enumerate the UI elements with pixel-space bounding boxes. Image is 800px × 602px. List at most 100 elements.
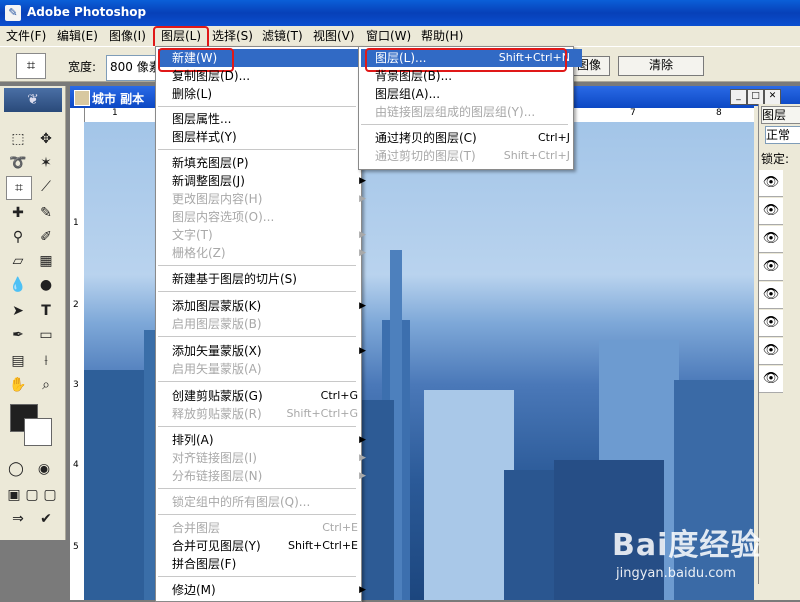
layer-visibility-eye-icon[interactable]: 👁	[759, 254, 783, 281]
minimize-icon[interactable]: _	[730, 89, 747, 105]
menu-separator	[361, 124, 568, 125]
layer-visibility-eye-icon[interactable]: 👁	[759, 366, 783, 393]
ruler-vertical: 1 2 3 4 5	[70, 108, 85, 600]
menu-item-merge-visible[interactable]: 合并可见图层(Y) Shift+Ctrl+E	[158, 537, 370, 555]
slice-tool-icon[interactable]: ⟋	[34, 176, 58, 198]
menu-separator	[158, 514, 356, 515]
clear-button[interactable]: 清除	[618, 56, 704, 76]
notes-tool-icon[interactable]: ▤	[6, 350, 30, 372]
layer-visibility-eye-icon[interactable]: 👁	[759, 198, 783, 225]
layer-visibility-eye-icon[interactable]: 👁	[759, 338, 783, 365]
submenu-arrow-icon: ▶	[359, 301, 366, 311]
hand-tool-icon[interactable]: ✋	[6, 374, 30, 396]
gradient-tool-icon[interactable]: ▦	[34, 250, 58, 272]
building-shape	[424, 390, 514, 600]
menu-item-layer-style[interactable]: 图层样式(Y)▶	[158, 128, 370, 146]
menu-item-new-layer-based-slice[interactable]: 新建基于图层的切片(S)	[158, 270, 370, 288]
lasso-tool-icon[interactable]: ➰	[6, 152, 30, 174]
menu-file[interactable]: 文件(F)	[4, 28, 48, 44]
clone-stamp-tool-icon[interactable]: ⚲	[6, 226, 30, 248]
menu-item-new-fill-layer[interactable]: 新填充图层(P)▶	[158, 154, 370, 172]
layer-visibility-eye-icon[interactable]: 👁	[759, 310, 783, 337]
menu-select[interactable]: 选择(S)	[210, 28, 255, 44]
menu-item-flatten-image[interactable]: 拼合图层(F)	[158, 555, 370, 573]
submenu-arrow-icon: ▶	[359, 230, 366, 240]
background-color-swatch[interactable]	[24, 418, 52, 446]
menu-separator	[158, 291, 356, 292]
standard-mode-icon[interactable]: ◯	[4, 458, 28, 480]
crop-tool-icon[interactable]: ⌗	[6, 176, 32, 200]
submenu-item-background-layer[interactable]: 背景图层(B)...	[361, 67, 582, 85]
brush-tool-icon[interactable]: ✎	[34, 202, 58, 224]
maximize-icon[interactable]: □	[747, 89, 764, 105]
type-tool-icon[interactable]: T	[34, 300, 58, 322]
menu-edit[interactable]: 编辑(E)	[55, 28, 100, 44]
eyedropper-tool-icon[interactable]: ⟊	[34, 350, 58, 372]
width-label: 宽度:	[68, 60, 97, 74]
layer-menu-dropdown: 新建(W)▶ 复制图层(D)... 删除(L)▶ 图层属性... 图层样式(Y)…	[155, 46, 370, 602]
layer-visibility-eye-icon[interactable]: 👁	[759, 226, 783, 253]
feather-logo-icon: ❦	[4, 88, 62, 112]
close-icon[interactable]: ✕	[764, 89, 781, 105]
toolbox: ❦ ⬚ ✥ ➰ ✶ ⌗ ⟋ ✚ ✎ ⚲ ✐ ▱ ▦ 💧 ● ➤ T ✒ ▭ ▤ …	[0, 86, 66, 540]
dodge-tool-icon[interactable]: ●	[34, 274, 58, 296]
screen-mode-full-icon[interactable]: ▢	[38, 484, 62, 506]
menu-item-layer-properties[interactable]: 图层属性...	[158, 110, 370, 128]
healing-brush-tool-icon[interactable]: ✚	[6, 202, 30, 224]
menu-item-add-vector-mask[interactable]: 添加矢量蒙版(X) ▶	[158, 342, 370, 360]
menu-item-new-adjustment-layer[interactable]: 新调整图层(J) ▶	[158, 172, 370, 190]
jump-to-imageready-icon[interactable]: ⇒	[6, 508, 30, 530]
menu-item-duplicate-layer[interactable]: 复制图层(D)...	[158, 67, 370, 85]
submenu-arrow-icon: ▶	[359, 248, 366, 258]
submenu-arrow-icon: ▶	[359, 176, 366, 186]
blend-mode-select[interactable]: 正常	[765, 126, 800, 144]
menu-item-matting[interactable]: 修边(M) ▶	[158, 581, 370, 599]
layers-tab[interactable]: 图层	[761, 106, 800, 124]
shape-tool-icon[interactable]: ▭	[34, 324, 58, 346]
zoom-tool-icon[interactable]: ⌕	[34, 374, 58, 396]
menu-window[interactable]: 窗口(W)	[364, 28, 413, 44]
baidu-logo-text: Bai度经验	[612, 528, 762, 563]
submenu-arrow-icon: ▶	[359, 471, 366, 481]
submenu-item-layer-group[interactable]: 图层组(A)...	[361, 85, 582, 103]
menu-item-enable-vector-mask: 启用矢量蒙版(A)	[172, 362, 262, 376]
watermark-url: jingyan.baidu.com	[616, 566, 736, 581]
menu-filter[interactable]: 滤镜(T)	[260, 28, 305, 44]
pen-tool-icon[interactable]: ✒	[6, 324, 30, 346]
menu-item-distribute-linked: 分布链接图层(N) ▶	[172, 469, 366, 483]
layers-panel: 图层 正常 锁定: 👁 👁 👁 👁 👁 👁 👁 👁	[758, 104, 800, 584]
menu-separator	[158, 106, 356, 107]
marquee-tool-icon[interactable]: ⬚	[6, 128, 30, 150]
history-brush-tool-icon[interactable]: ✐	[34, 226, 58, 248]
magic-wand-tool-icon[interactable]: ✶	[34, 152, 58, 174]
document-title: 城市 副本	[92, 92, 145, 106]
crop-tool-preset-icon[interactable]: ⌗	[16, 53, 46, 79]
edit-check-icon[interactable]: ✔	[34, 508, 58, 530]
path-selection-tool-icon[interactable]: ➤	[6, 300, 30, 322]
layer-visibility-eye-icon[interactable]: 👁	[759, 282, 783, 309]
menu-item-add-layer-mask[interactable]: 添加图层蒙版(K) ▶	[158, 297, 370, 315]
submenu-arrow-icon: ▶	[359, 585, 366, 595]
quick-mask-mode-icon[interactable]: ◉	[32, 458, 56, 480]
blur-tool-icon[interactable]: 💧	[6, 274, 30, 296]
menu-item-merge-layers: 合并图层 Ctrl+E	[172, 521, 358, 535]
menu-help[interactable]: 帮助(H)	[419, 28, 465, 44]
panel-titlebar: _ □ ✕	[730, 86, 800, 106]
menu-item-change-layer-content: 更改图层内容(H) ▶	[172, 192, 366, 206]
photoshop-app-icon: ✎	[5, 5, 21, 21]
menu-item-delete[interactable]: 删除(L)▶	[158, 85, 370, 103]
menu-image[interactable]: 图像(I)	[107, 28, 148, 44]
menu-separator	[158, 381, 356, 382]
menu-view[interactable]: 视图(V)	[311, 28, 357, 44]
menu-item-arrange[interactable]: 排列(A) ▶	[158, 431, 370, 449]
menu-separator	[158, 576, 356, 577]
layer-visibility-eye-icon[interactable]: 👁	[759, 170, 783, 197]
submenu-arrow-icon: ▶	[359, 194, 366, 204]
menu-separator	[158, 149, 356, 150]
eraser-tool-icon[interactable]: ▱	[6, 250, 30, 272]
move-tool-icon[interactable]: ✥	[34, 128, 58, 150]
submenu-arrow-icon: ▶	[359, 346, 366, 356]
menu-item-create-clipping-mask[interactable]: 创建剪贴蒙版(G) Ctrl+G	[158, 387, 370, 405]
submenu-item-layer-via-copy[interactable]: 通过拷贝的图层(C) Ctrl+J	[361, 129, 582, 147]
menu-separator	[158, 488, 356, 489]
